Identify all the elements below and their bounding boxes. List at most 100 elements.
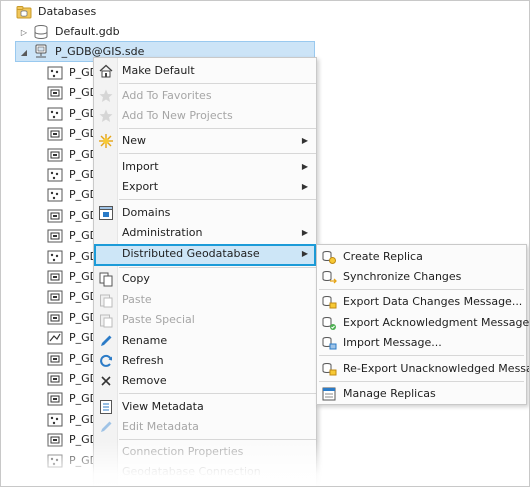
collapse-arrow-icon[interactable] [1, 6, 13, 18]
point-feature-class-icon [47, 167, 63, 183]
submenu-arrow-icon: ▶ [301, 182, 308, 191]
submenu-item-re-export-unacknowledged-messages[interactable]: Re-Export Unacknowledged Messages... [317, 359, 529, 379]
menu-item-remove[interactable]: Remove [94, 371, 316, 391]
submenu-item-label: Import Message... [343, 336, 442, 349]
menu-item-label: Export [122, 180, 159, 193]
menu-item-label: New [122, 134, 146, 147]
menu-item-refresh[interactable]: Refresh [94, 351, 316, 371]
polygon-feature-class-icon [47, 432, 63, 448]
domains-icon [98, 205, 114, 221]
menu-separator [119, 267, 316, 268]
submenu-item-synchronize-changes[interactable]: Synchronize Changes [317, 267, 526, 287]
menu-item-label: Paste Special [122, 313, 195, 326]
polygon-feature-class-icon [47, 126, 63, 142]
x-icon [98, 373, 114, 389]
export-ack-icon [321, 315, 337, 331]
point-feature-class-icon [47, 65, 63, 81]
submenu-item-export-data-changes-message[interactable]: Export Data Changes Message... [317, 292, 526, 312]
create-replica-icon [321, 249, 337, 265]
tree-item-databases[interactable]: Databases [1, 2, 96, 22]
menu-item-add-to-new-projects[interactable]: Add To New Projects [94, 106, 316, 126]
menu-item-label: Add To New Projects [122, 109, 233, 122]
collapse-arrow-icon[interactable]: ◢ [18, 46, 30, 58]
submenu-item-label: Re-Export Unacknowledged Messages... [343, 362, 530, 375]
menu-item-rename[interactable]: Rename [94, 331, 316, 351]
submenu-item-export-acknowledgment-message[interactable]: Export Acknowledgment Message... [317, 313, 529, 333]
synchronize-icon [321, 269, 337, 285]
context-menu: Make Default Add To Favorites Add To New P… [93, 57, 317, 486]
menu-item-connection-properties[interactable]: Connection Properties [94, 442, 316, 462]
menu-item-label: Distributed Geodatabase [122, 247, 260, 260]
paste-special-icon [98, 312, 114, 328]
menu-item-label: Rename [122, 334, 168, 347]
polygon-feature-class-icon [47, 351, 63, 367]
polygon-feature-class-icon [47, 310, 63, 326]
menu-item-label: Add To Favorites [122, 89, 212, 102]
menu-item-new[interactable]: New ▶ [94, 131, 316, 151]
star-icon [98, 88, 114, 104]
menu-separator [119, 128, 316, 129]
enterprise-geodatabase-icon [33, 44, 49, 60]
menu-item-distributed-geodatabase[interactable]: Distributed Geodatabase ▶ [94, 244, 316, 266]
expand-arrow-icon[interactable]: ▷ [18, 26, 30, 38]
submenu-separator [319, 381, 524, 382]
submenu-arrow-icon: ▶ [301, 228, 308, 237]
submenu-separator [319, 355, 524, 356]
point-feature-class-icon [47, 412, 63, 428]
tree-item-default-gdb[interactable]: ▷ Default.gdb [18, 22, 120, 42]
edit-pencil-icon [98, 419, 114, 435]
databases-folder-icon [16, 4, 32, 20]
menu-item-label: View Metadata [122, 400, 204, 413]
submenu-item-label: Create Replica [343, 250, 423, 263]
menu-separator [119, 393, 316, 394]
export-data-changes-icon [321, 294, 337, 310]
menu-item-export[interactable]: Export ▶ [94, 177, 316, 197]
point-feature-class-icon [47, 187, 63, 203]
submenu-item-label: Synchronize Changes [343, 270, 462, 283]
catalog-pane: Databases ▷ Default.gdb ◢ P_GDB@GIS.sde … [0, 0, 530, 487]
paste-icon [98, 292, 114, 308]
menu-item-label: Connection Properties [122, 445, 244, 458]
submenu-item-manage-replicas[interactable]: Manage Replicas [317, 384, 526, 404]
menu-item-view-metadata[interactable]: View Metadata [94, 397, 316, 417]
manage-replicas-icon [321, 386, 337, 402]
menu-item-domains[interactable]: Domains [94, 203, 316, 223]
home-icon [98, 63, 114, 79]
polygon-feature-class-icon [47, 85, 63, 101]
menu-item-label: Geodatabase Connection Properties [122, 465, 261, 486]
point-feature-class-icon [47, 453, 63, 469]
menu-item-label: Paste [122, 293, 152, 306]
menu-item-label: Edit Metadata [122, 420, 199, 433]
submenu-arrow-icon: ▶ [301, 136, 308, 145]
menu-separator [119, 153, 316, 154]
menu-separator [119, 83, 316, 84]
metadata-icon [98, 399, 114, 415]
geodatabase-icon [33, 24, 49, 40]
menu-item-copy[interactable]: Copy [94, 269, 316, 289]
distributed-geodatabase-submenu: Create Replica Synchronize Changes Export … [316, 244, 529, 405]
copy-icon [98, 271, 114, 287]
tree-item-label: Databases [38, 5, 97, 18]
menu-item-geodatabase-connection-properties[interactable]: Geodatabase Connection Properties [94, 462, 316, 486]
menu-item-edit-metadata[interactable]: Edit Metadata [94, 417, 316, 437]
menu-item-label: Import [122, 160, 159, 173]
line-feature-class-icon [47, 330, 63, 346]
menu-item-paste[interactable]: Paste [94, 290, 316, 310]
point-feature-class-icon [47, 249, 63, 265]
menu-item-label: Remove [122, 374, 167, 387]
polygon-feature-class-icon [47, 289, 63, 305]
polygon-feature-class-icon [47, 147, 63, 163]
menu-item-paste-special[interactable]: Paste Special [94, 310, 316, 330]
menu-separator [119, 199, 316, 200]
refresh-icon [98, 353, 114, 369]
menu-item-make-default[interactable]: Make Default [94, 61, 316, 81]
menu-item-administration[interactable]: Administration ▶ [94, 223, 316, 243]
submenu-item-import-message[interactable]: Import Message... [317, 333, 526, 353]
menu-item-add-to-favorites[interactable]: Add To Favorites [94, 86, 316, 106]
sun-new-icon [98, 133, 114, 149]
polygon-feature-class-icon [47, 228, 63, 244]
submenu-item-create-replica[interactable]: Create Replica [317, 247, 526, 267]
menu-item-label: Administration [122, 226, 203, 239]
star-icon [98, 108, 114, 124]
menu-item-import[interactable]: Import ▶ [94, 157, 316, 177]
